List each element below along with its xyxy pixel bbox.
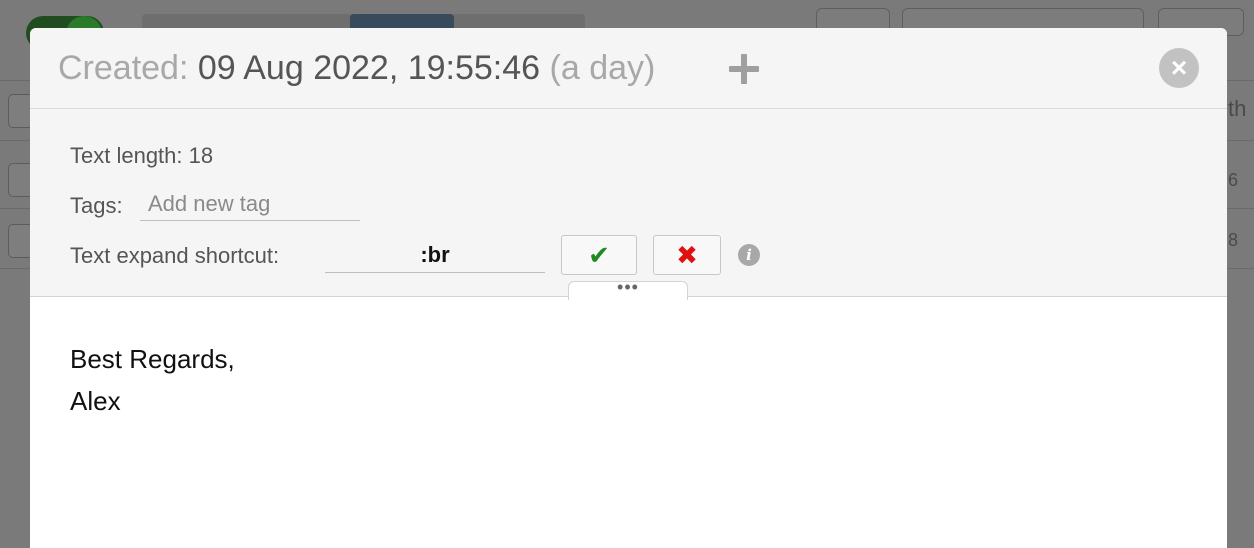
content-line: Best Regards, <box>70 344 235 374</box>
modal-header: Created: 09 Aug 2022, 19:55:46 (a day) × <box>30 28 1227 109</box>
expand-details-handle[interactable]: ••• <box>568 278 688 300</box>
shortcut-label: Text expand shortcut: <box>70 243 280 268</box>
plus-icon[interactable] <box>726 52 762 88</box>
check-icon: ✔ <box>588 240 610 270</box>
created-relative: (a day) <box>549 49 656 87</box>
text-length: Text length: 18 <box>70 143 214 168</box>
more-dots-icon: ••• <box>617 277 639 297</box>
close-icon[interactable]: × <box>1159 48 1199 88</box>
tags-label: Tags: <box>70 193 123 218</box>
confirm-shortcut-button[interactable]: ✔ <box>561 235 637 275</box>
background-cell: 6 <box>1228 170 1239 190</box>
cancel-shortcut-button[interactable]: ✖ <box>653 235 721 275</box>
content-line: Alex <box>70 386 121 416</box>
created-value: 09 Aug 2022, 19:55:46 <box>197 49 541 87</box>
add-tag-input[interactable] <box>140 187 360 221</box>
background-cell: 8 <box>1228 230 1239 250</box>
snippet-content[interactable]: Best Regards, Alex <box>70 338 235 422</box>
snippet-modal: Created: 09 Aug 2022, 19:55:46 (a day) ×… <box>30 28 1227 548</box>
created-timestamp: Created: 09 Aug 2022, 19:55:46 (a day) <box>58 48 655 88</box>
x-icon: ✖ <box>676 240 698 270</box>
details-panel: Text length: 18 Tags: Text expand shortc… <box>30 109 1227 297</box>
created-label: Created: <box>58 49 189 87</box>
background-column-header: th <box>1228 96 1247 121</box>
info-icon[interactable]: i <box>738 244 760 266</box>
shortcut-input[interactable] <box>325 237 545 273</box>
